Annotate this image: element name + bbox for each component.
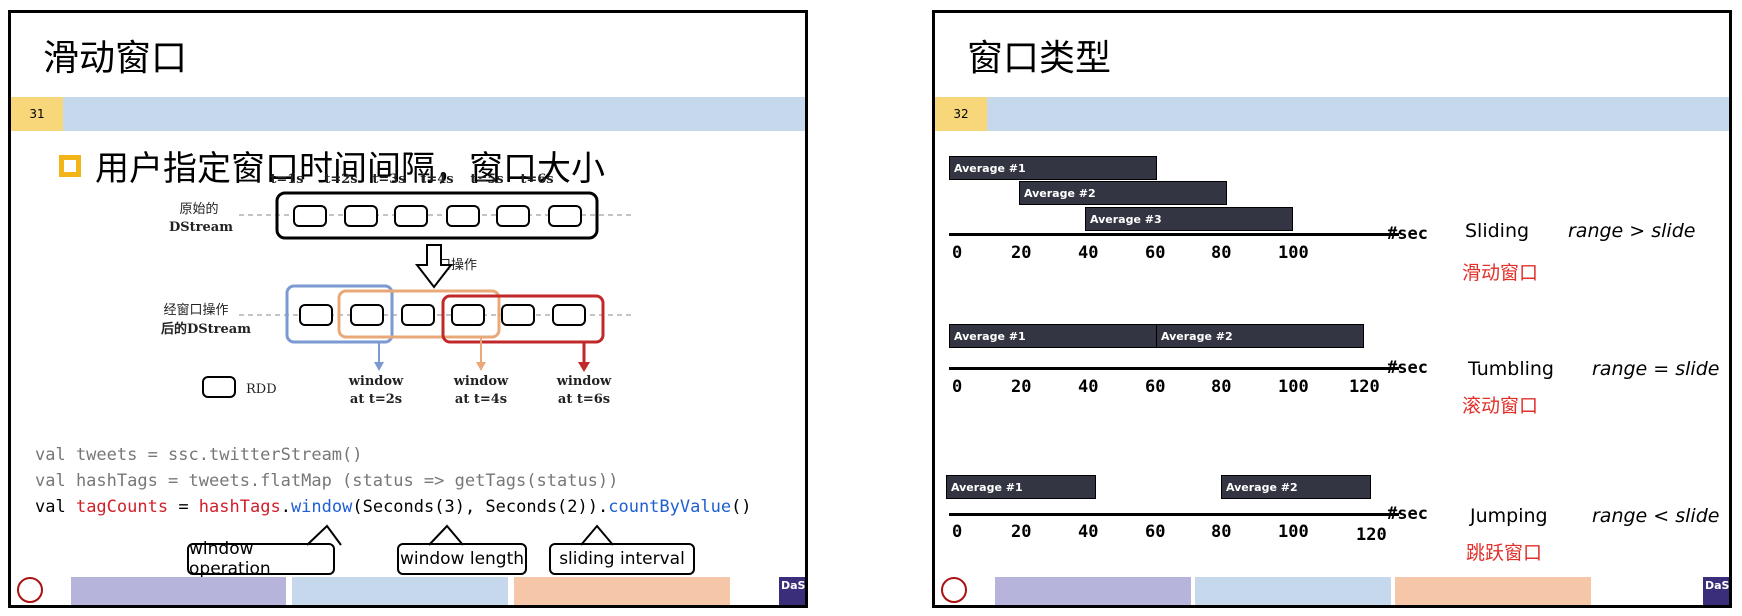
window-label: window <box>556 374 612 389</box>
window-label: at t=2s <box>350 392 402 407</box>
time-label: t=4s <box>420 172 453 187</box>
axis-tick: 80 <box>1211 243 1232 263</box>
rdd-box <box>552 304 586 326</box>
rdd-box <box>299 304 333 326</box>
axis-tick: 120 <box>1349 377 1380 397</box>
arrow-icon <box>374 362 384 371</box>
footer-bar <box>292 577 508 605</box>
footer-bar <box>514 577 730 605</box>
axis-tick: 40 <box>1078 522 1099 542</box>
rdd-box <box>501 304 535 326</box>
axis-tick: 100 <box>1278 377 1309 397</box>
axis-tick: 120 <box>1356 525 1387 545</box>
rdd-box <box>548 205 582 227</box>
time-label: t=3s <box>372 172 405 187</box>
time-label: t=5s <box>470 172 503 187</box>
window-type-relation: range < slide <box>1592 505 1720 527</box>
slide-number: 32 <box>935 97 987 131</box>
time-label: t=2s <box>324 172 357 187</box>
slide-sliding-window: 滑动窗口 31 用户指定窗口时间间隔，窗口大小 t=1s t=2s t=3s t… <box>8 10 808 608</box>
window-type-name: Tumbling <box>1468 358 1554 380</box>
footer-bar <box>71 577 286 605</box>
time-label: t=1s <box>270 172 303 187</box>
code-line-3: val tagCounts = hashTags.window(Seconds(… <box>35 497 752 517</box>
average-bar: Average #1 <box>949 156 1157 180</box>
axis-tick: 100 <box>1278 522 1309 542</box>
slide-title: 窗口类型 <box>967 38 1112 79</box>
window-type-name: Sliding <box>1465 220 1530 242</box>
window-type-name: Jumping <box>1470 505 1548 527</box>
average-bar: Average #3 <box>1085 207 1293 231</box>
sec-label: #sec <box>1387 358 1428 378</box>
callout-pointers <box>306 524 614 546</box>
axis-tick: 80 <box>1211 377 1232 397</box>
window-label: at t=6s <box>558 392 610 407</box>
footer-bar <box>995 577 1191 605</box>
axis-tick: 40 <box>1078 377 1099 397</box>
arrow-icon <box>578 362 590 372</box>
axis-tick: 100 <box>1278 243 1309 263</box>
axis-tick: 0 <box>952 522 963 542</box>
dstream-window-diagram: t=1s t=2s t=3s t=4s t=5s t=6s 原始的 DStrea… <box>161 172 631 407</box>
window-type-cn: 滑动窗口 <box>1462 262 1539 284</box>
average-bar: Average #1 <box>949 324 1157 348</box>
time-label: t=6s <box>520 172 553 187</box>
rdd-box <box>451 304 485 326</box>
code-line-1: val tweets = ssc.twitterStream() <box>35 445 363 465</box>
slide-title: 滑动窗口 <box>43 38 188 79</box>
rdd-box <box>350 304 384 326</box>
time-axis <box>949 513 1399 516</box>
axis-tick: 60 <box>1145 522 1166 542</box>
time-axis <box>949 233 1399 236</box>
average-bar: Average #2 <box>1019 181 1227 205</box>
slide-window-types: 窗口类型 32 Average #1 Average #2 Average #3… <box>932 10 1732 608</box>
arrow-icon <box>476 362 486 371</box>
dasi-logo: DaSi <box>779 577 805 605</box>
code-line-2: val hashTags = tweets.flatMap (status =>… <box>35 471 619 491</box>
down-arrow-icon <box>414 244 454 289</box>
window-type-cn: 滚动窗口 <box>1462 395 1539 417</box>
sec-label: #sec <box>1387 224 1428 244</box>
axis-tick: 60 <box>1145 377 1166 397</box>
source-label: 原始的 <box>179 201 218 217</box>
rdd-box <box>344 205 378 227</box>
university-seal-icon <box>941 577 967 603</box>
university-seal-icon <box>17 577 43 603</box>
window-type-relation: range = slide <box>1592 358 1720 380</box>
axis-tick: 20 <box>1011 243 1032 263</box>
axis-tick: 20 <box>1011 522 1032 542</box>
footer-bar <box>1195 577 1391 605</box>
windowed-label: 后的DStream <box>161 321 251 337</box>
axis-tick: 60 <box>1145 243 1166 263</box>
sec-label: #sec <box>1387 504 1428 524</box>
average-bar: Average #2 <box>1156 324 1364 348</box>
window-label: at t=4s <box>455 392 507 407</box>
rdd-label: RDD <box>246 382 277 397</box>
window-type-cn: 跳跃窗口 <box>1466 542 1543 564</box>
rdd-box <box>401 304 435 326</box>
slide-number: 31 <box>11 97 63 131</box>
rdd-box <box>446 205 480 227</box>
rdd-legend-box <box>202 376 236 398</box>
source-label: DStream <box>169 220 233 235</box>
axis-tick: 20 <box>1011 377 1032 397</box>
window-label: window <box>453 374 509 389</box>
average-bar: Average #1 <box>946 475 1096 499</box>
average-bar: Average #2 <box>1221 475 1371 499</box>
axis-tick: 0 <box>952 377 963 397</box>
axis-tick: 80 <box>1211 522 1232 542</box>
window-label: window <box>348 374 404 389</box>
windowed-label: 经窗口操作 <box>163 302 228 318</box>
header-band <box>987 97 1729 131</box>
time-axis <box>949 367 1399 370</box>
rdd-box <box>293 205 327 227</box>
dasi-logo: DaSi <box>1703 577 1729 605</box>
rdd-box <box>496 205 530 227</box>
rdd-box <box>394 205 428 227</box>
footer-bar <box>1395 577 1591 605</box>
window-type-relation: range > slide <box>1568 220 1696 242</box>
axis-tick: 40 <box>1078 243 1099 263</box>
header-band <box>63 97 805 131</box>
axis-tick: 0 <box>952 243 963 263</box>
